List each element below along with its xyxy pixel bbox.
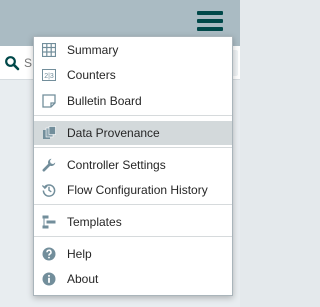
menu-item-label: Controller Settings [67, 158, 166, 172]
templates-icon [42, 215, 56, 229]
menu-divider [34, 204, 232, 205]
hamburger-line [197, 27, 223, 31]
menu-item-summary[interactable]: Summary [34, 38, 232, 62]
menu-divider [34, 147, 232, 148]
menu-item-flow-configuration-history[interactable]: Flow Configuration History [34, 178, 232, 202]
search-icon[interactable] [4, 55, 20, 71]
hamburger-line [197, 11, 223, 15]
menu-item-data-provenance[interactable]: Data Provenance [34, 121, 232, 145]
menu-item-label: Flow Configuration History [67, 183, 208, 197]
menu-item-label: About [67, 272, 99, 286]
wrench-icon [42, 158, 56, 172]
info-circle-icon [42, 272, 56, 286]
menu-item-label: Counters [67, 68, 116, 82]
menu-item-controller-settings[interactable]: Controller Settings [34, 153, 232, 177]
menu-item-help[interactable]: Help [34, 242, 232, 266]
question-circle-icon [42, 247, 56, 261]
sticky-note-icon [42, 94, 56, 108]
menu-item-label: Data Provenance [67, 126, 160, 140]
menu-item-about[interactable]: About [34, 267, 232, 291]
hamburger-line [197, 19, 223, 23]
menu-item-counters[interactable]: 2|3 Counters [34, 63, 232, 87]
provenance-icon [43, 126, 56, 139]
menu-item-label: Templates [67, 215, 122, 229]
menu-item-label: Summary [67, 43, 119, 57]
global-menu: Summary 2|3 Counters Bulletin Board Data… [33, 36, 233, 296]
table-icon [42, 43, 56, 57]
hamburger-menu-icon[interactable] [197, 10, 223, 34]
menu-item-templates[interactable]: Templates [34, 210, 232, 234]
svg-text:2|3: 2|3 [44, 73, 54, 80]
history-icon [42, 184, 56, 197]
menu-divider [34, 115, 232, 116]
menu-divider [34, 236, 232, 237]
menu-item-label: Bulletin Board [67, 94, 142, 108]
menu-item-bulletin-board[interactable]: Bulletin Board [34, 89, 232, 113]
menu-item-label: Help [67, 247, 92, 261]
counter-icon: 2|3 [42, 69, 56, 81]
